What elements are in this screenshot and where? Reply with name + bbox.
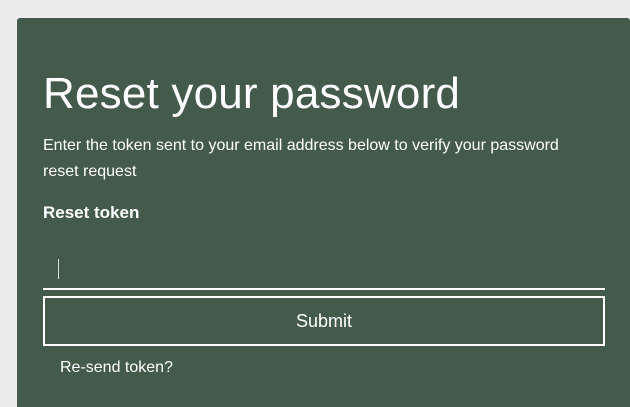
text-cursor xyxy=(58,259,59,279)
reset-token-input[interactable] xyxy=(43,246,605,290)
resend-token-link[interactable]: Re-send token? xyxy=(60,357,173,379)
instructions-text: Enter the token sent to your email addre… xyxy=(43,137,559,180)
reset-token-label: Reset token xyxy=(43,203,140,222)
page-title: Reset your password xyxy=(43,69,461,118)
reset-password-card: Reset your password Enter the token sent… xyxy=(17,18,630,407)
submit-button[interactable]: Submit xyxy=(43,296,605,346)
